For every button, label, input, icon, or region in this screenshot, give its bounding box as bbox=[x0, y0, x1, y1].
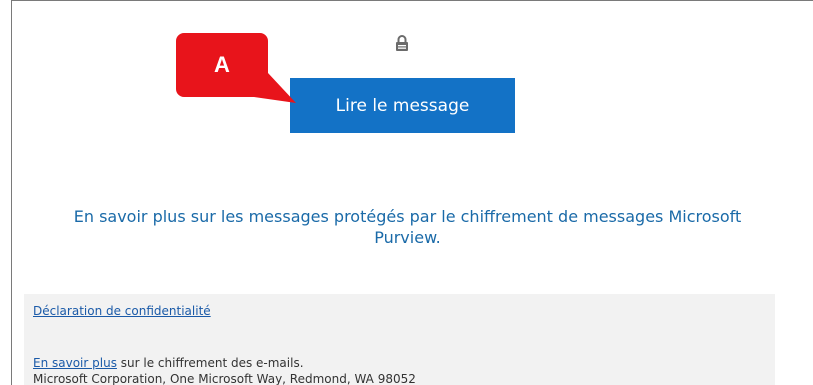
company-address: Microsoft Corporation, One Microsoft Way… bbox=[33, 372, 416, 385]
privacy-statement-container: Déclaration de confidentialité bbox=[33, 304, 211, 318]
privacy-statement-link[interactable]: Déclaration de confidentialité bbox=[33, 304, 211, 318]
learn-more-link[interactable]: En savoir plus bbox=[33, 356, 117, 370]
encryption-info-text: sur le chiffrement des e-mails. bbox=[116, 356, 304, 370]
lock-icon bbox=[396, 35, 408, 51]
encryption-info-line: En savoir plus sur le chiffrement des e-… bbox=[33, 356, 304, 370]
learn-more-purview-text: En savoir plus sur les messages protégés… bbox=[73, 207, 742, 247]
callout-label: A bbox=[214, 52, 230, 77]
email-footer: Déclaration de confidentialité En savoir… bbox=[24, 294, 775, 385]
read-message-button[interactable]: Lire le message bbox=[290, 78, 515, 133]
